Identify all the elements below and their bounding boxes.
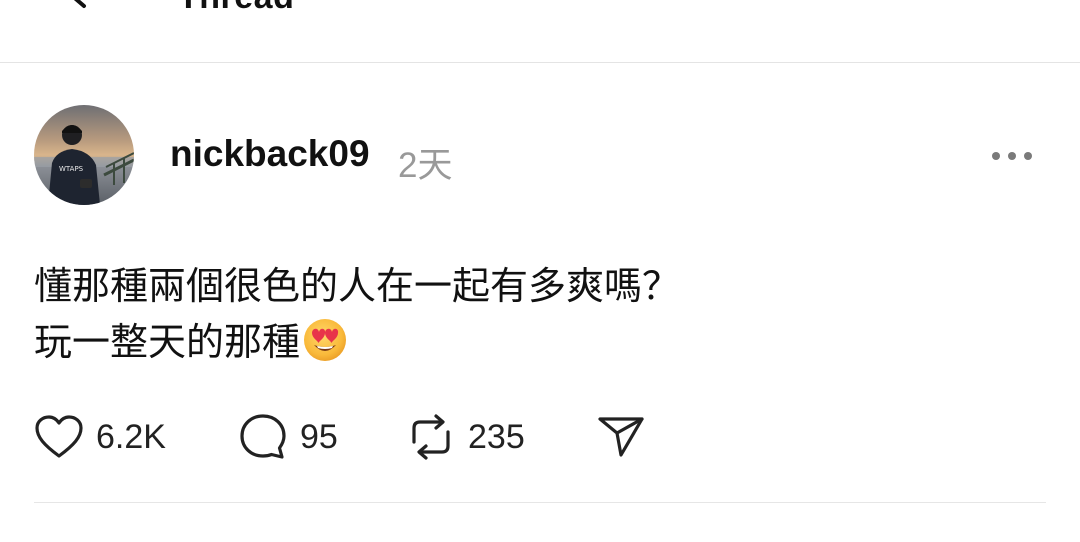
avatar[interactable]: WTAPS: [34, 105, 134, 205]
post-line-2-text: 玩一整天的那種: [34, 320, 301, 364]
repost-button[interactable]: 235: [406, 412, 525, 462]
reply-button[interactable]: 95: [238, 412, 338, 462]
post-timestamp: 2天: [398, 146, 453, 185]
comment-icon: [240, 414, 286, 459]
heart-icon: [35, 415, 83, 458]
more-dots-icon[interactable]: [986, 140, 1038, 172]
share-button[interactable]: [596, 412, 646, 462]
top-bar: Thread: [0, 0, 1080, 63]
like-button[interactable]: 6.2K: [34, 412, 166, 462]
page-title: Thread: [178, 0, 294, 17]
repost-count: 235: [468, 417, 525, 456]
share-icon: [598, 417, 644, 457]
divider: [34, 502, 1046, 503]
like-count: 6.2K: [96, 417, 166, 456]
avatar-photo: WTAPS: [34, 105, 134, 205]
post-line-2: 玩一整天的那種: [34, 314, 1034, 370]
username[interactable]: nickback09: [170, 133, 370, 175]
post-content: 懂那種兩個很色的人在一起有多爽嗎？ 玩一整天的那種: [34, 258, 1034, 370]
repost-icon: [412, 414, 450, 460]
heart-eyes-emoji-icon: [304, 319, 347, 361]
svg-text:WTAPS: WTAPS: [59, 165, 84, 173]
reply-count: 95: [300, 417, 338, 456]
post-line-1: 懂那種兩個很色的人在一起有多爽嗎？: [34, 264, 681, 308]
back-arrow-icon[interactable]: [62, 0, 94, 10]
